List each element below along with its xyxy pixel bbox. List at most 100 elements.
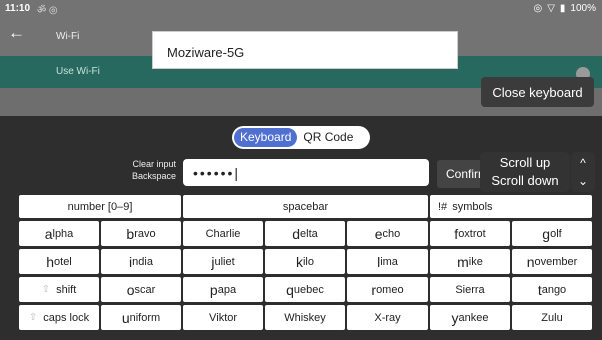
key-initial: e [374,225,383,242]
key-label: ike [468,255,483,268]
wifi-icon: ▽ [547,3,555,14]
backspace-button[interactable]: Backspace [100,170,176,182]
chevron-up-icon[interactable]: ^ [571,154,595,172]
symbols-prefix: !# [438,200,448,213]
key-kilo[interactable]: k ilo [265,249,345,274]
key-initial: q [286,281,294,298]
key-label: elta [300,227,318,240]
key-label: otel [54,255,72,268]
key-mike[interactable]: m ike [430,249,510,274]
key-zulu[interactable]: Zulu [512,305,592,330]
key-label: cho [382,227,401,240]
key-sierra[interactable]: Sierra [430,277,510,302]
input-mode-toggle: Keyboard QR Code [232,126,370,149]
key-x-ray[interactable]: X -ray [347,305,428,330]
key-label: harlie [213,227,241,240]
key-quebec[interactable]: q uebec [265,277,345,302]
tab-qr-code[interactable]: QR Code [297,128,359,147]
caps-lock-icon: ⇧ [28,312,38,323]
key-label: shift [56,283,77,296]
notification-icons: ॐ ◎ [37,5,58,16]
key-yankee[interactable]: y ankee [430,305,510,330]
key-label: uliet [214,255,235,268]
key-alpha[interactable]: a lpha [19,221,99,246]
key-label: hiskey [294,311,326,324]
key-label: ravo [134,227,156,240]
key-initial: u [121,309,130,326]
key-initial: V [208,311,217,324]
key-papa[interactable]: p apa [183,277,263,302]
key-label: scar [134,283,156,296]
tab-keyboard[interactable]: Keyboard [234,128,298,147]
key-uniform[interactable]: u niform [101,305,181,330]
key-caps-lock[interactable]: ⇧ caps lock [19,305,99,330]
key-initial: X [374,311,382,324]
key-initial: W [284,311,295,324]
key-initial: k [295,253,303,270]
key-romeo[interactable]: r omeo [347,277,428,302]
key-label: iktor [216,311,238,324]
key-initial: n [526,253,535,270]
key-symbols[interactable]: !# symbols [430,195,592,218]
key-november[interactable]: n ovember [512,249,592,274]
scroll-arrows: ^ ⌄ [571,152,595,192]
key-initial: b [126,225,135,242]
key-label: caps lock [43,311,90,324]
close-keyboard-button[interactable]: Close keyboard [481,77,594,107]
ssid-field[interactable]: Moziware-5G [152,31,458,69]
key-label: ndia [132,255,153,268]
ssid-value: Moziware-5G [167,45,245,60]
password-input[interactable]: ••••••| [183,159,429,186]
scroll-controls: Scroll up Scroll down [480,152,570,192]
key-initial: d [292,225,301,242]
key-oscar[interactable]: o scar [101,277,181,302]
key-label: number [0–9] [67,200,133,213]
key-initial: S [455,283,463,296]
key-india[interactable]: i ndia [101,249,181,274]
battery-icon: ▮ [559,3,566,14]
key-number[interactable]: number [0–9] [19,195,181,218]
location-icon: ◎ [533,3,543,14]
key-whiskey[interactable]: Whiskey [265,305,345,330]
key-label: symbols [452,200,493,213]
key-lima[interactable]: l ima [347,249,428,274]
key-hotel[interactable]: h otel [19,249,99,274]
key-initial: g [542,225,551,242]
key-initial: o [126,281,135,298]
key-shift[interactable]: ⇧ shift [19,277,99,302]
scroll-down-button[interactable]: Scroll down [480,172,570,190]
clock: 11:10 [5,3,31,14]
key-echo[interactable]: e cho [347,221,428,246]
key-label: niform [129,311,161,324]
key-label: ankee [458,311,489,324]
key-label: ulu [548,311,563,324]
chevron-down-icon[interactable]: ⌄ [571,172,595,190]
aux-actions: Clear input Backspace [100,158,176,182]
key-foxtrot[interactable]: f oxtrot [430,221,510,246]
key-golf[interactable]: g olf [512,221,592,246]
key-label: omeo [376,283,404,296]
key-viktor[interactable]: Viktor [183,305,263,330]
status-right: ◎ ▽ ▮ 100% [533,3,596,14]
key-tango[interactable]: t ango [512,277,592,302]
key-initial: p [209,281,218,298]
key-juliet[interactable]: j uliet [183,249,263,274]
status-bar: 11:10 ॐ ◎ ◎ ▽ ▮ 100% [0,0,602,18]
key-bravo[interactable]: b ravo [101,221,181,246]
key-initial: Z [541,311,549,324]
key-charlie[interactable]: Charlie [183,221,263,246]
key-label: ilo [302,255,314,268]
key-delta[interactable]: d elta [265,221,345,246]
key-label: ango [541,283,567,296]
clear-input-button[interactable]: Clear input [100,158,176,170]
scroll-up-button[interactable]: Scroll up [480,154,570,172]
key-label: oxtrot [458,227,486,240]
key-initial: y [451,309,459,326]
key-label: olf [550,227,562,240]
back-arrow-icon[interactable]: ← [8,23,25,43]
key-label: spacebar [282,200,329,213]
key-spacebar[interactable]: spacebar [183,195,428,218]
key-initial: a [44,225,53,242]
key-label: ovember [534,255,578,268]
page-title: Wi-Fi [56,31,80,42]
